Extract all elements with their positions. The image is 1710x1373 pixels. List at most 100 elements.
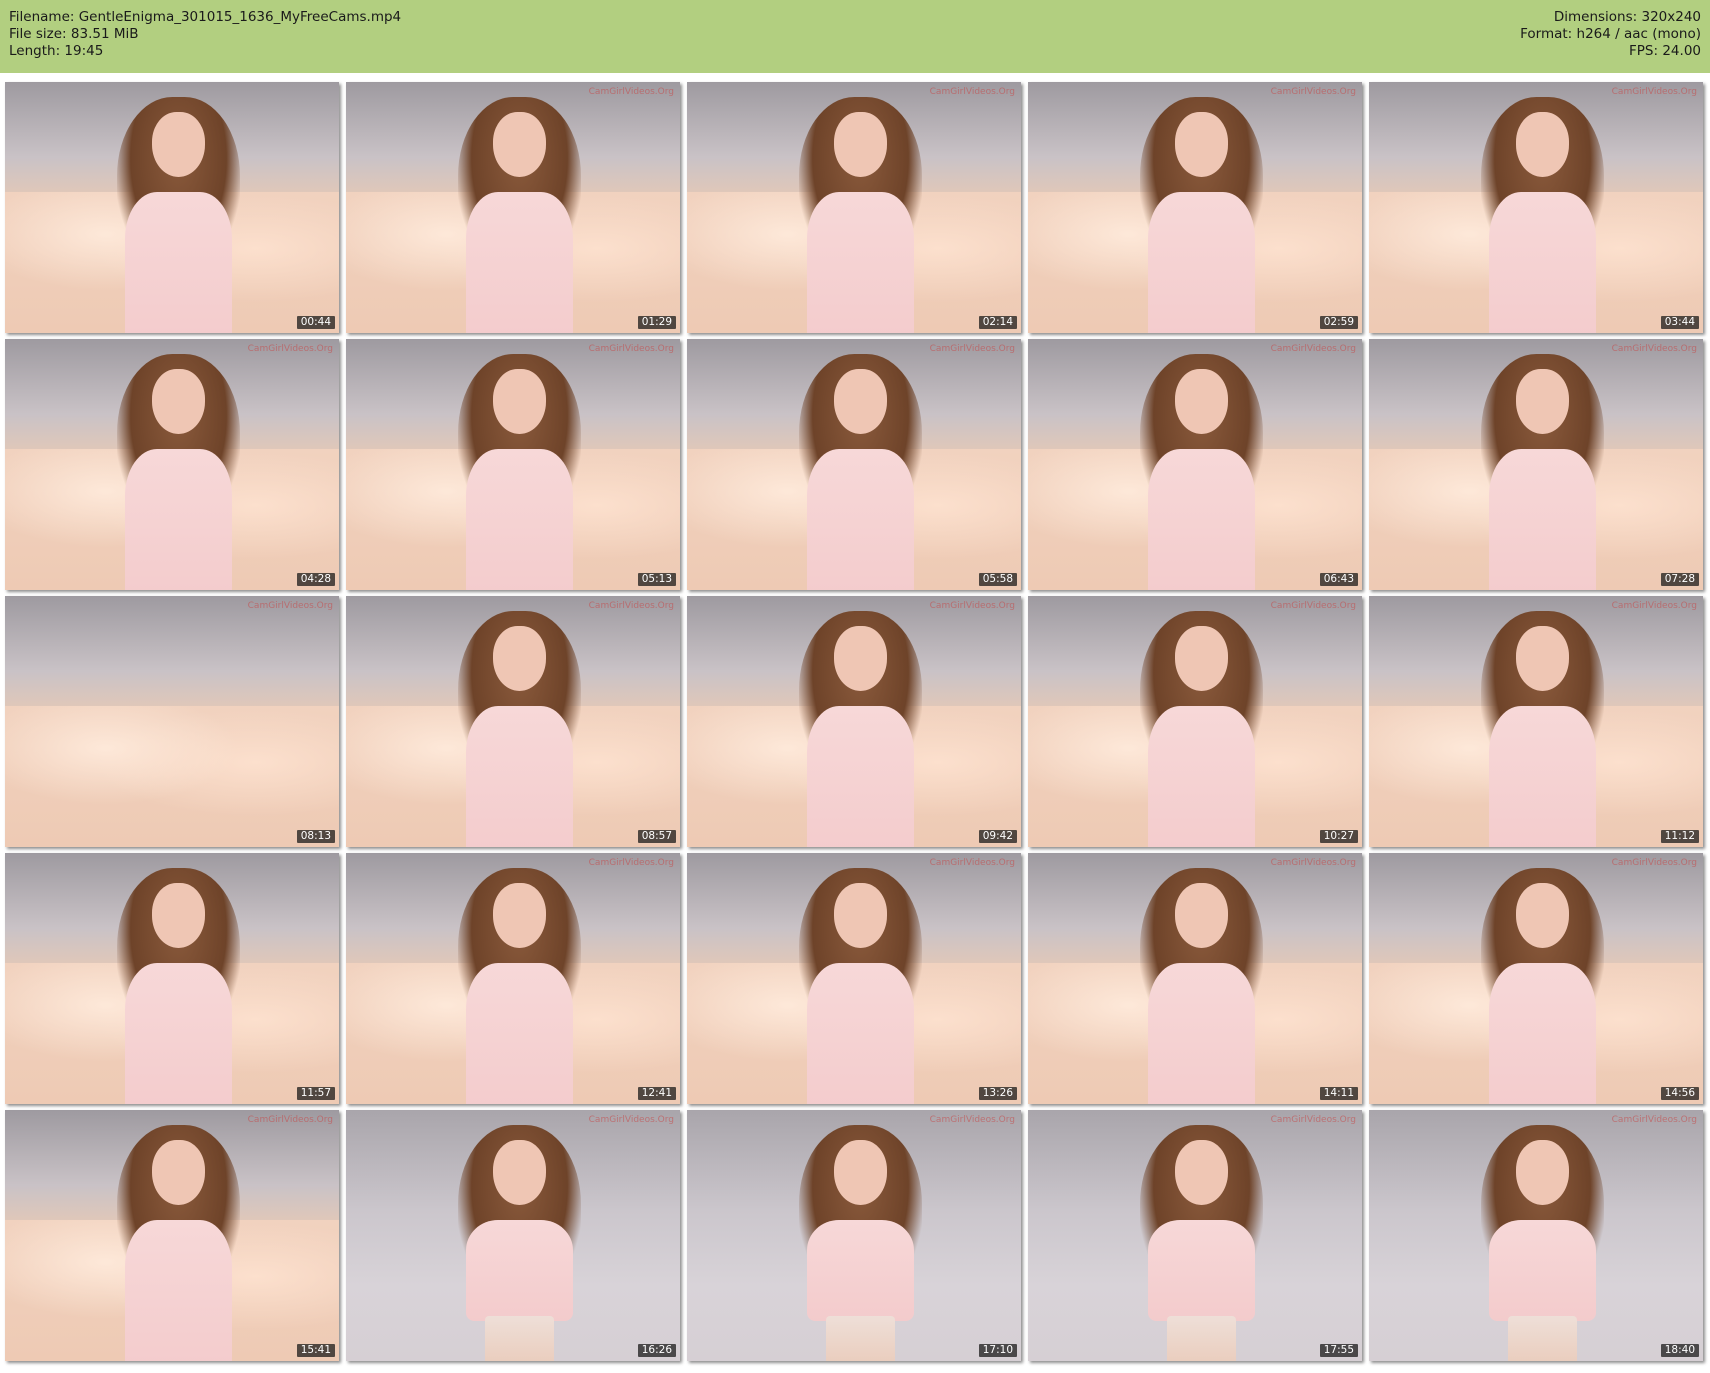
watermark-text: CamGirlVideos.Org xyxy=(247,1115,333,1125)
frame-timestamp: 16:26 xyxy=(637,1344,676,1357)
frame-timestamp: 13:26 xyxy=(978,1087,1017,1100)
video-frame-thumbnail: 11:57 xyxy=(5,853,339,1104)
frame-timestamp: 05:13 xyxy=(637,573,676,586)
frame-timestamp: 15:41 xyxy=(296,1344,335,1357)
person-figure xyxy=(1135,868,1269,1104)
person-figure xyxy=(1135,611,1269,847)
video-frame-thumbnail: CamGirlVideos.Org 02:59 xyxy=(1028,82,1362,333)
video-frame-thumbnail: CamGirlVideos.Org 16:26 xyxy=(346,1110,680,1361)
video-frame-thumbnail: CamGirlVideos.Org 14:11 xyxy=(1028,853,1362,1104)
info-header: Filename: GentleEnigma_301015_1636_MyFre… xyxy=(0,0,1710,73)
video-frame-thumbnail: CamGirlVideos.Org 09:42 xyxy=(687,596,1021,847)
thumbnail-grid: 00:44 CamGirlVideos.Org 01:29 CamGirlVideos… xyxy=(5,82,1703,1361)
video-frame-thumbnail: CamGirlVideos.Org 18:40 xyxy=(1369,1110,1703,1361)
watermark-text: CamGirlVideos.Org xyxy=(1611,601,1697,611)
person-figure xyxy=(1135,97,1269,333)
video-frame-thumbnail: CamGirlVideos.Org 17:10 xyxy=(687,1110,1021,1361)
frame-timestamp: 14:11 xyxy=(1319,1087,1358,1100)
figure-top xyxy=(1489,449,1597,590)
frame-timestamp: 08:57 xyxy=(637,830,676,843)
person-figure xyxy=(1476,611,1610,847)
figure-top xyxy=(1489,706,1597,847)
figure-top xyxy=(466,1220,574,1321)
person-figure xyxy=(794,97,928,333)
frame-timestamp: 03:44 xyxy=(1660,316,1699,329)
video-frame-thumbnail: CamGirlVideos.Org 06:43 xyxy=(1028,339,1362,590)
watermark-text: CamGirlVideos.Org xyxy=(929,344,1015,354)
figure-top xyxy=(1489,1220,1597,1321)
frame-timestamp: 17:10 xyxy=(978,1344,1017,1357)
video-frame-thumbnail: CamGirlVideos.Org 03:44 xyxy=(1369,82,1703,333)
person-figure xyxy=(112,868,246,1104)
figure-top xyxy=(1148,963,1256,1104)
watermark-text: CamGirlVideos.Org xyxy=(1270,1115,1356,1125)
blanket-background xyxy=(5,706,339,847)
person-figure xyxy=(112,1125,246,1361)
watermark-text: CamGirlVideos.Org xyxy=(588,601,674,611)
frame-timestamp: 10:27 xyxy=(1319,830,1358,843)
frame-timestamp: 07:28 xyxy=(1660,573,1699,586)
frame-timestamp: 08:13 xyxy=(296,830,335,843)
watermark-text: CamGirlVideos.Org xyxy=(1270,344,1356,354)
video-frame-thumbnail: CamGirlVideos.Org 01:29 xyxy=(346,82,680,333)
frame-timestamp: 05:58 xyxy=(978,573,1017,586)
video-frame-thumbnail: CamGirlVideos.Org 04:28 xyxy=(5,339,339,590)
frame-timestamp: 11:57 xyxy=(296,1087,335,1100)
person-figure xyxy=(1476,1125,1610,1361)
figure-top xyxy=(807,1220,915,1321)
frame-timestamp: 17:55 xyxy=(1319,1344,1358,1357)
video-frame-thumbnail: CamGirlVideos.Org 12:41 xyxy=(346,853,680,1104)
video-frame-thumbnail: CamGirlVideos.Org 07:28 xyxy=(1369,339,1703,590)
person-figure xyxy=(453,611,587,847)
person-figure xyxy=(1476,354,1610,590)
person-figure xyxy=(453,354,587,590)
watermark-text: CamGirlVideos.Org xyxy=(929,858,1015,868)
person-figure xyxy=(794,868,928,1104)
frame-timestamp: 18:40 xyxy=(1660,1344,1699,1357)
figure-top xyxy=(466,706,574,847)
watermark-text: CamGirlVideos.Org xyxy=(1611,344,1697,354)
figure-top xyxy=(125,192,233,333)
video-frame-thumbnail: 00:44 xyxy=(5,82,339,333)
frame-timestamp: 11:12 xyxy=(1660,830,1699,843)
figure-top xyxy=(1148,192,1256,333)
person-figure xyxy=(112,97,246,333)
person-figure xyxy=(1135,354,1269,590)
watermark-text: CamGirlVideos.Org xyxy=(588,87,674,97)
person-figure xyxy=(453,868,587,1104)
filename-text: Filename: GentleEnigma_301015_1636_MyFre… xyxy=(9,9,402,25)
figure-top xyxy=(1489,192,1597,333)
person-figure xyxy=(1476,97,1610,333)
watermark-text: CamGirlVideos.Org xyxy=(1611,87,1697,97)
person-figure xyxy=(112,354,246,590)
watermark-text: CamGirlVideos.Org xyxy=(247,344,333,354)
frame-timestamp: 06:43 xyxy=(1319,573,1358,586)
dimensions-text: Dimensions: 320x240 xyxy=(1553,9,1701,25)
figure-top xyxy=(466,963,574,1104)
video-frame-thumbnail: CamGirlVideos.Org 13:26 xyxy=(687,853,1021,1104)
figure-top xyxy=(807,192,915,333)
stream-info: Dimensions: 320x240 Format: h264 / aac (… xyxy=(1520,9,1701,60)
frame-timestamp: 14:56 xyxy=(1660,1087,1699,1100)
watermark-text: CamGirlVideos.Org xyxy=(588,1115,674,1125)
figure-legs xyxy=(1166,1315,1237,1361)
file-info: Filename: GentleEnigma_301015_1636_MyFre… xyxy=(9,9,401,60)
video-frame-thumbnail: CamGirlVideos.Org 15:41 xyxy=(5,1110,339,1361)
format-text: Format: h264 / aac (mono) xyxy=(1520,26,1701,42)
figure-legs xyxy=(484,1315,555,1361)
length-text: Length: 19:45 xyxy=(9,43,104,59)
figure-top xyxy=(807,963,915,1104)
person-figure xyxy=(1135,1125,1269,1361)
frame-timestamp: 04:28 xyxy=(296,573,335,586)
figure-top xyxy=(466,192,574,333)
video-frame-thumbnail: CamGirlVideos.Org 11:12 xyxy=(1369,596,1703,847)
video-frame-thumbnail: CamGirlVideos.Org 02:14 xyxy=(687,82,1021,333)
figure-legs xyxy=(825,1315,896,1361)
video-frame-thumbnail: CamGirlVideos.Org 10:27 xyxy=(1028,596,1362,847)
person-figure xyxy=(794,354,928,590)
figure-top xyxy=(807,449,915,590)
person-figure xyxy=(794,611,928,847)
figure-top xyxy=(466,449,574,590)
watermark-text: CamGirlVideos.Org xyxy=(1270,601,1356,611)
watermark-text: CamGirlVideos.Org xyxy=(1611,1115,1697,1125)
